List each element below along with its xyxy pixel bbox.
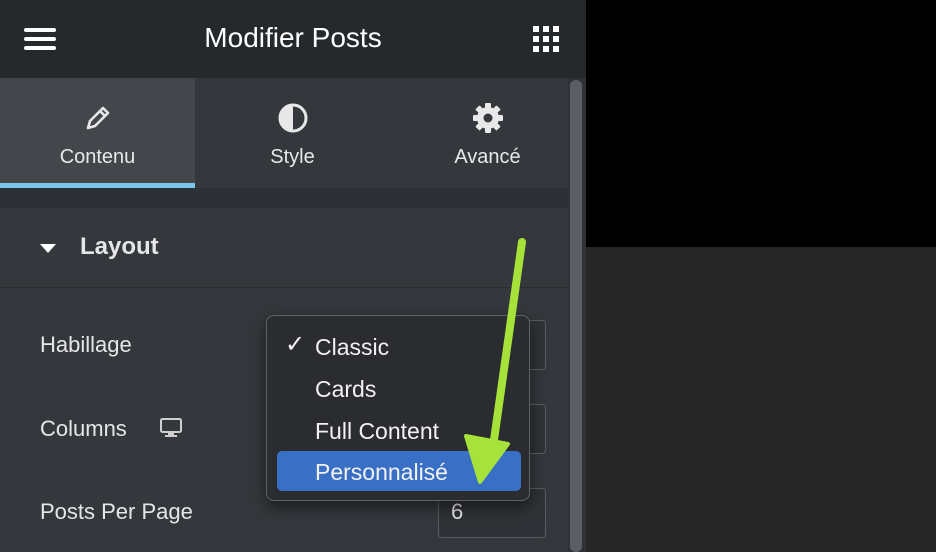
section-title: Layout — [80, 233, 159, 260]
grid-icon[interactable] — [533, 26, 559, 52]
tab-label: Contenu — [59, 146, 136, 168]
monitor-icon[interactable] — [160, 418, 182, 438]
checkmark-icon: ✓ — [285, 331, 306, 358]
option-full-content[interactable]: Full Content — [277, 410, 521, 450]
option-label: Classic — [315, 334, 390, 360]
option-label: Full Content — [315, 418, 440, 444]
tab-style[interactable]: Style — [195, 78, 390, 188]
editor-panel: Modifier Posts Contenu Style Avancé Layo… — [0, 0, 586, 552]
habillage-dropdown-menu: ✓ Classic Cards Full Content Personnalis… — [266, 315, 530, 501]
scrollbar-thumb[interactable] — [570, 80, 582, 552]
option-classic[interactable]: ✓ Classic — [277, 326, 521, 366]
gear-icon — [390, 102, 585, 134]
panel-title: Modifier Posts — [204, 22, 382, 53]
tab-label: Avancé — [454, 146, 521, 168]
contrast-icon — [195, 102, 390, 134]
option-label: Cards — [315, 376, 377, 402]
option-label: Personnalisé — [315, 459, 448, 485]
tabs-separator — [0, 188, 568, 208]
columns-label: Columns — [40, 416, 127, 441]
preview-canvas-top — [586, 0, 936, 247]
option-personnalise[interactable]: Personnalisé — [277, 451, 521, 491]
preview-canvas-bottom — [586, 247, 936, 552]
caret-down-icon — [40, 244, 56, 253]
tab-label: Style — [270, 146, 315, 168]
habillage-label: Habillage — [40, 332, 132, 357]
section-layout-toggle[interactable]: Layout — [0, 208, 568, 288]
tab-avance[interactable]: Avancé — [390, 78, 585, 188]
option-cards[interactable]: Cards — [277, 368, 521, 408]
panel-tabs: Contenu Style Avancé — [0, 78, 586, 188]
posts-per-page-label: Posts Per Page — [40, 499, 193, 524]
tab-contenu[interactable]: Contenu — [0, 78, 195, 188]
panel-header: Modifier Posts — [0, 0, 586, 78]
pencil-icon — [0, 102, 195, 134]
